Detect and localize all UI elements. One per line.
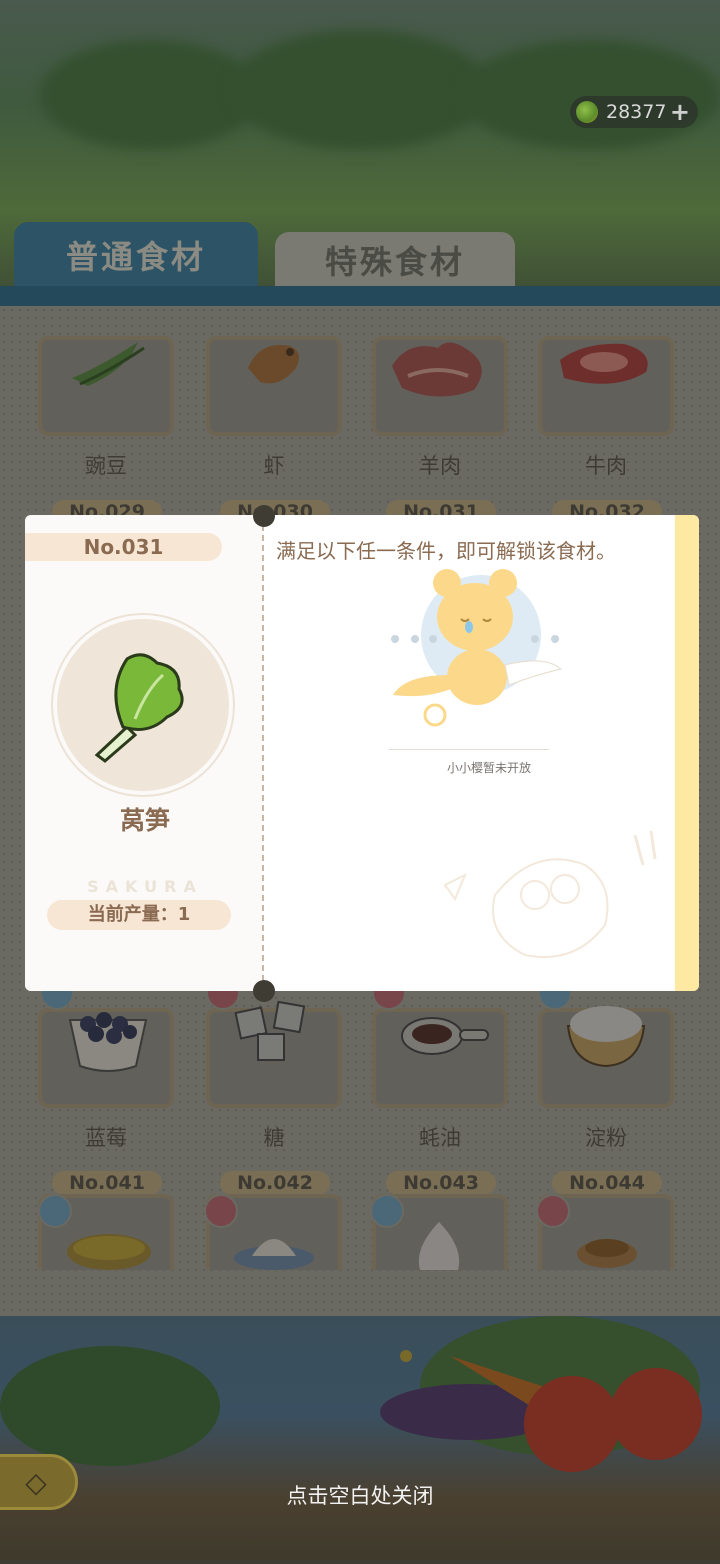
tab-bar [0,286,720,306]
tab-normal-ingredients[interactable]: 普通食材 [14,222,258,288]
ingredient-image-circle [57,619,229,791]
brand-watermark: SAKURA [87,877,203,896]
ticket-perforation [262,515,264,991]
ingredient-name: 牛肉 [585,454,627,478]
starch-bowl-icon [566,1006,646,1068]
category-badge [370,1194,404,1228]
ingredient-number: No.042 [220,1171,330,1195]
ingredient-number: No.044 [552,1171,662,1195]
modal-side-stripe [675,515,699,991]
oyster-sauce-icon [401,1017,489,1055]
not-open-text: 小小樱暂未开放 [446,761,531,775]
blueberry-bowl-icon [68,1012,148,1072]
ticket-notch-bottom [253,980,275,1002]
sauce-bowl-icon [577,1239,637,1268]
ingredient-name: 糖 [263,1126,285,1150]
coin-icon [576,101,598,123]
lettuce-icon [94,653,184,763]
divider-line [389,749,549,750]
ingredient-name: 蓝莓 [85,1126,127,1150]
ingredient-name: 虾 [263,454,285,478]
bottom-scene [0,1304,720,1560]
currency-value: 28377 [606,101,667,123]
pea-pod-icon [72,342,145,386]
unlock-condition-text: 满足以下任一条件，即可解锁该食材。 [276,539,616,563]
lamb-meat-icon [392,342,482,397]
kero-mascot-icon [391,569,563,727]
ingredient-name: 豌豆 [85,454,127,478]
shrimp-icon [248,344,299,384]
vegetable-decoration [0,1304,702,1472]
sugar-cubes-icon [234,1000,306,1061]
category-badge [38,1194,72,1228]
add-currency-button[interactable]: + [670,98,690,126]
production-count: 当前产量：1 [47,900,231,930]
garlic-icon [418,1222,460,1270]
ingredient-name: 蚝油 [419,1126,461,1150]
ingredient-name: 淀粉 [585,1126,627,1150]
ingredient-detail-modal[interactable]: No.031 莴笋 SAKURA 当前产量：1 满足以下任一条件，即可解锁该食材… [25,515,699,991]
ingredient-name: 羊肉 [419,454,461,478]
ingredient-number: No.041 [52,1171,162,1195]
ticket-notch-top [253,505,275,527]
currency-display: 28377 + [570,96,698,128]
category-badge [536,1194,570,1228]
ingredient-name-title: 莴笋 [119,806,170,835]
cat-doodle-decoration [443,830,657,958]
corn-bowl-icon [67,1234,151,1270]
close-hint[interactable]: 点击空白处关闭 [0,1480,720,1510]
tab-special-ingredients[interactable]: 特殊食材 [275,232,515,288]
ingredient-number: No.043 [386,1171,496,1195]
beef-icon [560,343,648,384]
dumpling-plate-icon [234,1239,314,1270]
ingredient-number-tag: No.031 [25,533,222,561]
